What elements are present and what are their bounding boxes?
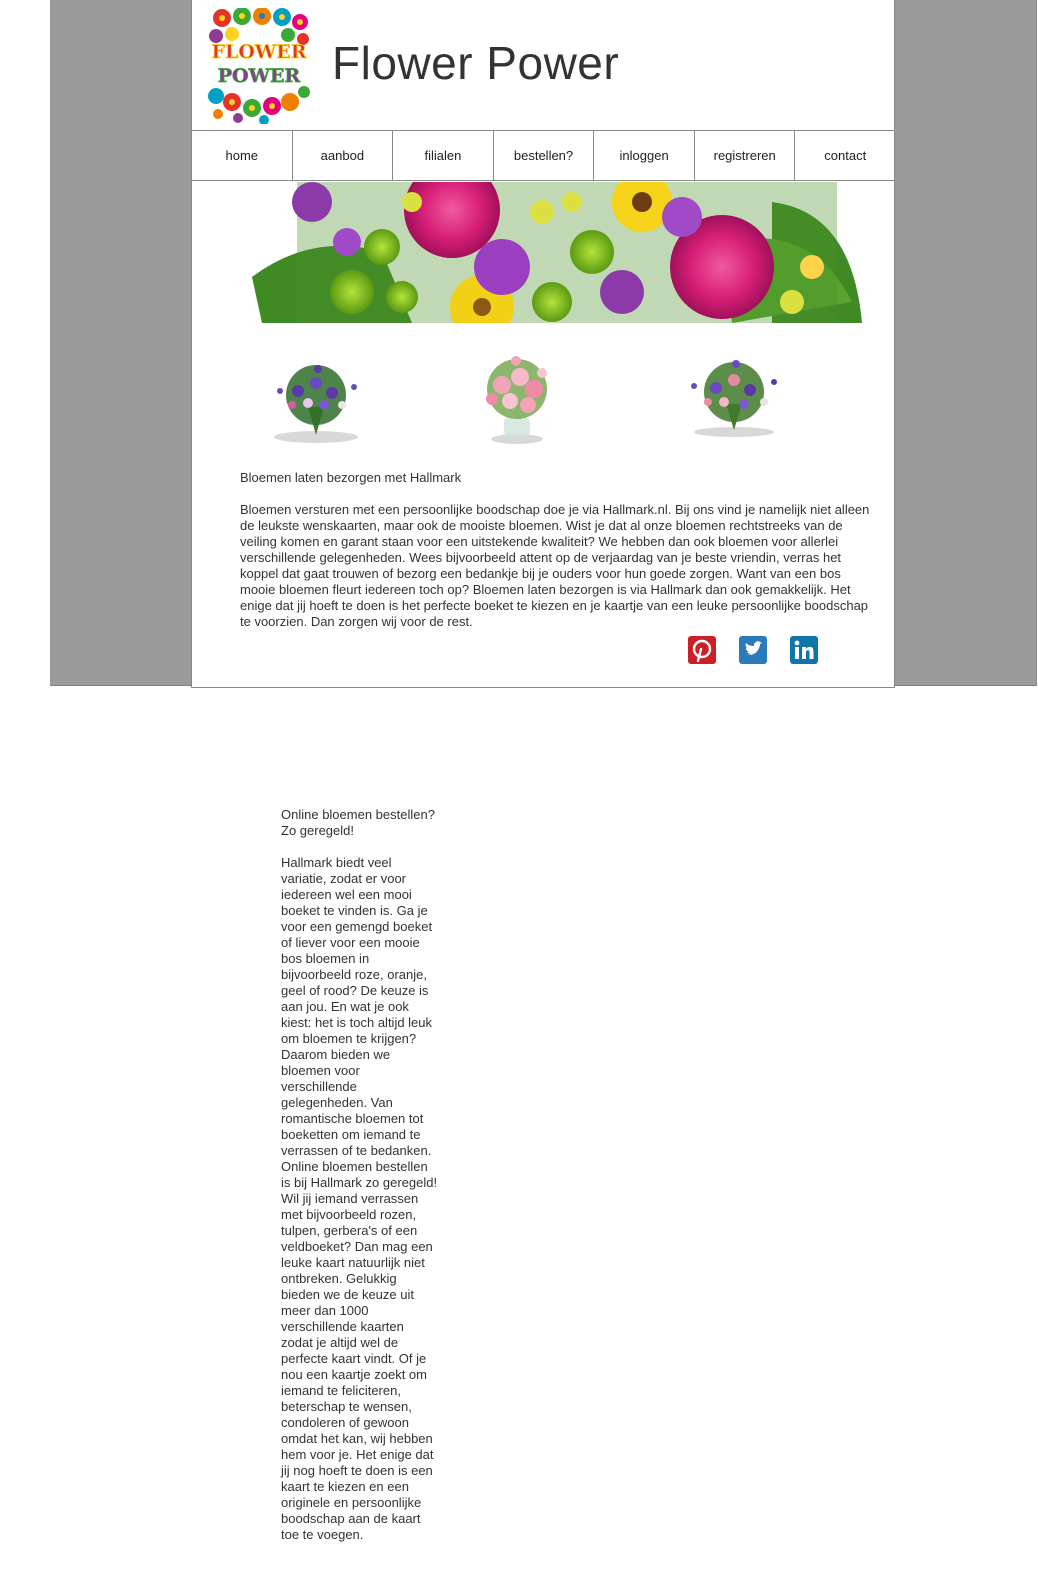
bouquet-image[interactable]: [462, 347, 572, 447]
bouquet-image[interactable]: [258, 347, 378, 447]
nav-item-registreren[interactable]: registreren: [693, 131, 795, 180]
page-container: FLOWER POWER Flower Power home aanbod fi…: [191, 0, 895, 688]
flower-banner-image: [252, 182, 865, 323]
nav-item-aanbod[interactable]: aanbod: [291, 131, 393, 180]
linkedin-icon[interactable]: [790, 636, 818, 664]
bouquet-image[interactable]: [674, 352, 798, 442]
nav-item-bestellen[interactable]: bestellen?: [492, 131, 594, 180]
nav-item-contact[interactable]: contact: [794, 131, 895, 180]
intro-heading: Bloemen laten bezorgen met Hallmark: [240, 470, 462, 485]
nav-item-home[interactable]: home: [191, 131, 292, 180]
second-paragraph: Hallmark biedt veel variatie, zodat er v…: [281, 855, 438, 1542]
flower-power-logo[interactable]: FLOWER POWER: [208, 7, 310, 125]
main-nav: home aanbod filialen bestellen? inloggen…: [191, 130, 895, 181]
intro-paragraph: Bloemen versturen met een persoonlijke b…: [240, 502, 870, 629]
nav-item-filialen[interactable]: filialen: [392, 131, 493, 180]
twitter-icon[interactable]: [739, 636, 767, 664]
second-heading: Online bloemen bestellen? Zo geregeld!: [281, 807, 435, 838]
svg-text:FLOWER: FLOWER: [211, 41, 306, 63]
pinterest-icon[interactable]: [688, 636, 716, 664]
site-title: Flower Power: [332, 37, 620, 89]
nav-item-inloggen[interactable]: inloggen: [593, 131, 694, 180]
svg-text:POWER: POWER: [218, 65, 301, 87]
